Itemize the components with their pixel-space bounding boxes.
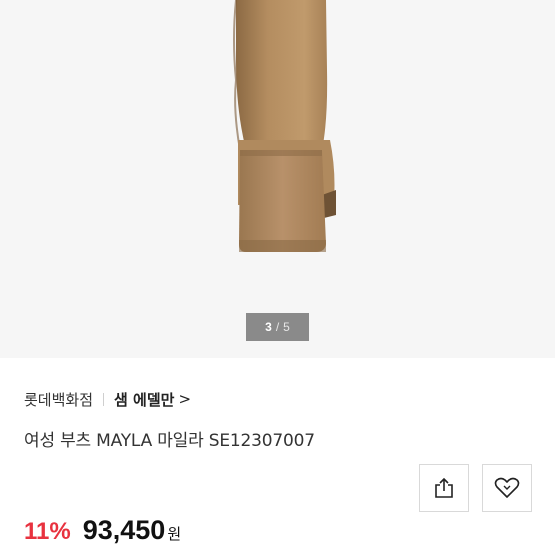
share-button[interactable] [419, 464, 469, 512]
currency-unit: 원 [167, 525, 182, 543]
pager-separator: / [275, 320, 280, 334]
pager-current: 3 [265, 320, 272, 334]
heart-icon [494, 477, 520, 498]
discount-rate: 11% [24, 518, 71, 545]
sale-price: 93,450 [82, 515, 166, 545]
brand-name: 샘 에델만 [114, 390, 175, 409]
product-image [233, 0, 336, 252]
product-title: 여성 부츠 MAYLA 마일라 SE12307007 [24, 431, 315, 451]
wishlist-button[interactable] [482, 464, 532, 512]
chevron-right-icon: > [178, 390, 192, 408]
product-info: 롯데백화점 샘 에델만 > 여성 부츠 MAYLA 마일라 SE12307007… [0, 358, 555, 555]
brand-link[interactable]: 샘 에델만 > [114, 389, 191, 410]
price-row: 11% 93,450 원 [24, 515, 181, 549]
store-brand-row: 롯데백화점 샘 에델만 > [24, 388, 191, 410]
divider [103, 392, 105, 406]
product-image-gallery[interactable]: 3 / 5 [0, 0, 555, 358]
share-icon [435, 477, 453, 498]
pager-total: 5 [283, 320, 290, 334]
store-name: 롯데백화점 [24, 390, 94, 409]
image-pager: 3 / 5 [246, 313, 309, 341]
